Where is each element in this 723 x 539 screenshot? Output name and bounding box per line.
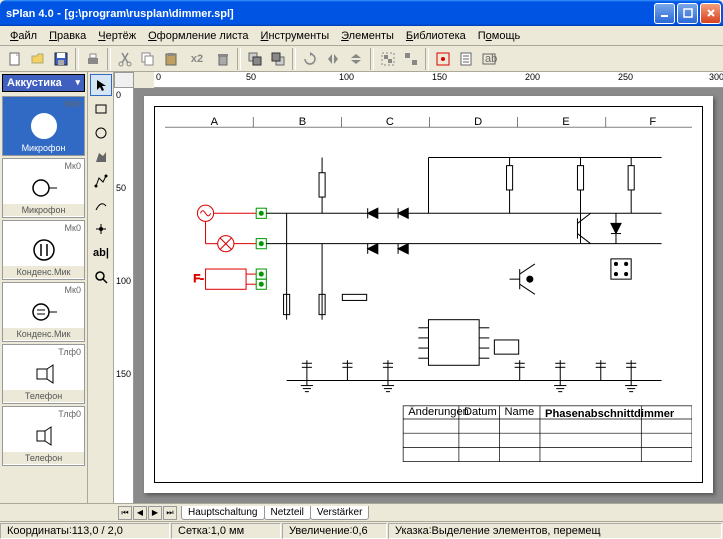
paste-button[interactable]: [160, 48, 182, 70]
page-tab-hauptschaltung[interactable]: Hauptschaltung: [181, 506, 265, 520]
menu-library[interactable]: Библиотека: [400, 28, 472, 44]
page-tab-verstaerker[interactable]: Verstärker: [310, 506, 370, 520]
bring-front-button[interactable]: [244, 48, 266, 70]
new-file-button[interactable]: [4, 48, 26, 70]
status-grid: Сетка : 1,0 мм: [171, 523, 281, 539]
svg-text:F-: F-: [193, 273, 204, 285]
menubar: Файл Правка Чертёж Оформление листа Инст…: [0, 26, 723, 46]
schematic-drawing: A B C D E F: [165, 117, 692, 472]
rectangle-tool[interactable]: [90, 98, 112, 120]
curve-tool[interactable]: [90, 194, 112, 216]
category-selector[interactable]: Аккустика▾: [2, 74, 85, 92]
maximize-button[interactable]: [677, 3, 698, 24]
menu-elements[interactable]: Элементы: [335, 28, 400, 44]
text-frame-button[interactable]: ab: [478, 48, 500, 70]
cut-button[interactable]: [114, 48, 136, 70]
close-button[interactable]: [700, 3, 721, 24]
component-list: Мк0 Микрофон Мк0 Микрофон Мк0 Конденс.Ми…: [0, 94, 87, 503]
component-sidebar: Аккустика▾ Мк0 Микрофон Мк0 Микрофон Мк0…: [0, 72, 88, 503]
statusbar: Координаты : 113,0 / 2,0 Сетка : 1,0 мм …: [0, 521, 723, 539]
status-hint: Указка : Выделение элементов, перемещ: [388, 523, 722, 539]
titlebar-text: sPlan 4.0 - [g:\program\rusplan\dimmer.s…: [6, 6, 654, 20]
group-button[interactable]: [377, 48, 399, 70]
ungroup-button[interactable]: [400, 48, 422, 70]
toolbar: x2 ab: [0, 46, 723, 72]
svg-text:A: A: [211, 117, 219, 128]
titlebar: sPlan 4.0 - [g:\program\rusplan\dimmer.s…: [0, 0, 723, 26]
open-file-button[interactable]: [27, 48, 49, 70]
tab-nav-first[interactable]: ⏮: [118, 506, 132, 520]
status-coordinates: Координаты : 113,0 / 2,0: [0, 523, 170, 539]
component-capacitor-mic-1[interactable]: Мк0 Конденс.Мик: [2, 220, 85, 280]
delete-button[interactable]: [212, 48, 234, 70]
save-file-button[interactable]: [50, 48, 72, 70]
minimize-button[interactable]: [654, 3, 675, 24]
component-phone-2[interactable]: Тлф0 Телефон: [2, 406, 85, 466]
circle-tool[interactable]: [90, 122, 112, 144]
menu-page-layout[interactable]: Оформление листа: [142, 28, 254, 44]
rotate-button[interactable]: [299, 48, 321, 70]
list-button[interactable]: [455, 48, 477, 70]
snap-button[interactable]: [432, 48, 454, 70]
component-phone-1[interactable]: Тлф0 Телефон: [2, 344, 85, 404]
menu-edit[interactable]: Правка: [43, 28, 92, 44]
ruler-corner: [114, 72, 134, 88]
page-tabs-row: ⏮ ◀ ▶ ⏭ Hauptschaltung Netzteil Verstärk…: [0, 503, 723, 521]
polygon-fill-tool[interactable]: [90, 146, 112, 168]
node-tool[interactable]: [90, 218, 112, 240]
duplicate-button[interactable]: x2: [183, 48, 211, 70]
svg-text:Phasenabschnittdimmer: Phasenabschnittdimmer: [545, 408, 675, 420]
status-zoom: Увеличение: 0,6: [282, 523, 387, 539]
component-microphone-2[interactable]: Мк0 Микрофон: [2, 158, 85, 218]
copy-button[interactable]: [137, 48, 159, 70]
drawing-toolbar: ab|: [88, 72, 114, 503]
menu-tools[interactable]: Инструменты: [255, 28, 336, 44]
polyline-tool[interactable]: [90, 170, 112, 192]
menu-file[interactable]: Файл: [4, 28, 43, 44]
svg-text:Name: Name: [504, 406, 534, 418]
svg-text:Datum: Datum: [464, 406, 497, 418]
mirror-h-button[interactable]: [322, 48, 344, 70]
send-back-button[interactable]: [267, 48, 289, 70]
tab-nav-next[interactable]: ▶: [148, 506, 162, 520]
schematic-page: A B C D E F: [144, 96, 713, 493]
svg-text:Änderungen: Änderungen: [408, 406, 469, 418]
pointer-tool[interactable]: [90, 74, 112, 96]
page-tab-netzteil[interactable]: Netzteil: [264, 506, 311, 520]
svg-text:F: F: [649, 117, 656, 128]
zoom-tool[interactable]: [90, 266, 112, 288]
menu-help[interactable]: Помощь: [472, 28, 527, 44]
text-tool[interactable]: ab|: [90, 242, 112, 264]
svg-text:C: C: [386, 117, 394, 128]
menu-drawing[interactable]: Чертёж: [92, 28, 142, 44]
component-capacitor-mic-2[interactable]: Мк0 Конденс.Мик: [2, 282, 85, 342]
svg-text:D: D: [474, 117, 482, 128]
svg-text:E: E: [562, 117, 569, 128]
vertical-ruler: 0 50 100 150: [114, 88, 134, 503]
print-button[interactable]: [82, 48, 104, 70]
svg-text:ab: ab: [485, 53, 497, 65]
mirror-v-button[interactable]: [345, 48, 367, 70]
tab-nav-prev[interactable]: ◀: [133, 506, 147, 520]
drawing-canvas[interactable]: A B C D E F: [134, 88, 723, 503]
svg-text:B: B: [299, 117, 306, 128]
horizontal-ruler: 0 50 100 150 200 250 300: [154, 72, 723, 88]
tab-nav-last[interactable]: ⏭: [163, 506, 177, 520]
component-microphone-1[interactable]: Мк0 Микрофон: [2, 96, 85, 156]
dropdown-icon: ▾: [75, 77, 80, 88]
